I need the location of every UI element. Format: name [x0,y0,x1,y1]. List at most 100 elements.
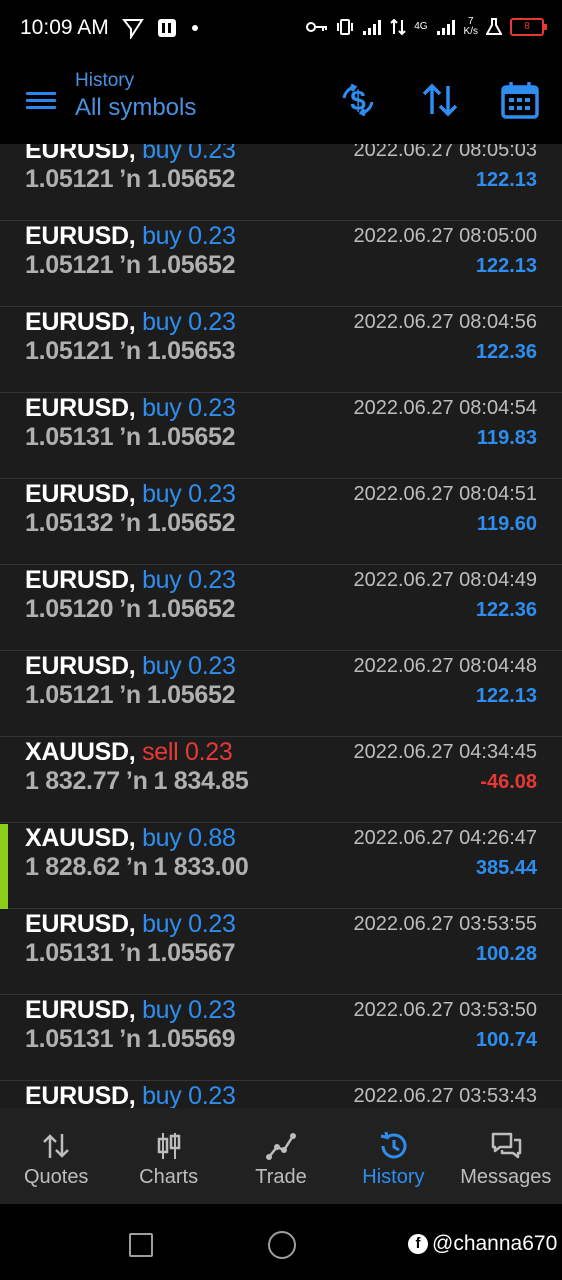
deal-symbol: XAUUSD, [25,738,136,766]
deal-profit: 100.28 [475,943,537,965]
deal-time: 2022.06.27 08:04:48 [353,655,537,677]
calendar-icon[interactable] [500,80,540,120]
deal-prices: 1.05131’n 1.05652 [25,423,235,452]
deal-row[interactable]: EURUSD, buy 0.23 1.05121’n 1.05653 2022.06.… [0,308,562,393]
deal-volume: 0.23 [188,910,236,938]
deal-symbol-line: EURUSD, buy 0.23 [25,566,236,595]
deal-volume: 0.23 [188,996,236,1024]
deal-symbol-line: EURUSD, buy 0.23 [25,308,236,337]
deal-symbol-line: EURUSD, buy 0.23 [25,222,236,251]
signal-icon-2 [436,20,455,35]
deal-open-price: 1.05121 [25,165,114,193]
deal-prices: 1.05121’n 1.05652 [25,251,235,280]
deal-open-price: 1.05121 [25,337,114,365]
deal-volume: 0.23 [188,1082,236,1108]
deal-open-price: 1.05131 [25,423,114,451]
arrow-icon: ’n [119,1025,141,1053]
deal-open-price: 1.05131 [25,939,114,967]
deal-symbol: EURUSD, [25,308,136,336]
messages-icon [491,1132,522,1159]
nav-trade[interactable]: Trade [225,1108,337,1204]
deal-close-price: 1.05653 [146,337,236,365]
menu-icon[interactable] [26,88,60,114]
watermark-text: @channa670 [432,1232,558,1255]
deal-close-price: 1.05569 [146,1025,236,1053]
deal-row[interactable]: EURUSD, buy 0.23 1.05131’n 1.05652 2022.06.… [0,394,562,479]
deal-row[interactable]: EURUSD, buy 0.23 1.05131’n 1.05569 2022.06.… [0,996,562,1081]
deal-prices: 1.05131’n 1.05567 [25,939,235,968]
deal-row[interactable]: EURUSD, buy 0.23 1.05132’n 1.05652 2022.06.… [0,480,562,565]
arrow-icon: ’n [119,681,141,709]
nav-quotes[interactable]: Quotes [0,1108,112,1204]
status-left-icons [122,17,200,39]
deal-volume: 0.23 [188,308,236,336]
deal-row[interactable]: EURUSD, buy 0.23 2022.06.27 03:53:43 [0,1082,562,1108]
arrow-icon: ’n [125,853,148,881]
deal-open-price: 1 828.62 [25,853,120,881]
toolbar-subtitle: History [75,70,135,91]
deal-prices: 1 828.62’n 1 833.00 [25,853,249,882]
home-button[interactable] [268,1231,296,1259]
deal-volume: 0.23 [188,652,236,680]
toolbar-titles[interactable]: History All symbols [75,70,196,122]
vibrate-icon [337,19,354,35]
deal-row[interactable]: EURUSD, buy 0.23 1.05131’n 1.05567 2022.06.… [0,910,562,995]
deal-side: sell 0.23 [142,738,233,766]
facebook-icon: f [408,1234,428,1254]
deals-list[interactable]: EURUSD, buy 0.23 1.05121’n 1.05652 2022.06.… [0,144,562,1108]
deal-symbol-line: EURUSD, buy 0.23 [25,144,236,165]
deal-profit: 119.83 [476,427,537,449]
status-right-icons: 4G 7 K/s 8 [306,17,547,37]
deal-direction: buy [142,222,182,250]
deal-symbol-line: EURUSD, buy 0.23 [25,480,236,509]
nav-messages[interactable]: Messages [450,1108,562,1204]
deal-side: buy 0.23 [142,652,236,680]
deal-profit: 122.36 [475,341,537,363]
deal-direction: buy [142,910,182,938]
nav-charts[interactable]: Charts [112,1108,224,1204]
deal-profit: 100.74 [475,1029,537,1051]
deal-volume: 0.23 [188,394,236,422]
key-icon [306,22,328,32]
deal-symbol-line: EURUSD, buy 0.23 [25,652,236,681]
deal-open-price: 1.05120 [25,595,114,623]
deal-symbol-line: EURUSD, buy 0.23 [25,1082,236,1108]
deal-row[interactable]: EURUSD, buy 0.23 1.05121’n 1.05652 2022.06.… [0,222,562,307]
deal-close-price: 1.05652 [146,509,236,537]
deal-volume: 0.23 [188,222,236,250]
deal-close-price: 1 833.00 [153,853,249,881]
sort-icon[interactable] [420,80,460,120]
nav-label-charts: Charts [139,1166,199,1188]
deal-symbol: XAUUSD, [25,824,136,852]
deal-symbol: EURUSD, [25,566,136,594]
deal-time: 2022.06.27 04:34:45 [353,741,537,763]
deal-side: buy 0.23 [142,222,236,250]
deal-time: 2022.06.27 03:53:43 [353,1085,537,1107]
quotes-icon [43,1134,70,1158]
flask-icon [486,18,502,35]
currency-exchange-icon[interactable]: $ [338,80,378,120]
deal-row[interactable]: EURUSD, buy 0.23 1.05121’n 1.05652 2022.06.… [0,144,562,221]
nav-history[interactable]: History [337,1108,449,1204]
recents-button[interactable] [129,1233,153,1257]
data-transfer-icon [390,18,406,36]
deal-direction: buy [142,652,182,680]
deal-close-price: 1 834.85 [153,767,249,795]
deal-profit: 122.13 [475,169,537,191]
deal-symbol-line: EURUSD, buy 0.23 [25,394,236,423]
deal-prices: 1.05121’n 1.05652 [25,165,235,194]
deal-row[interactable]: EURUSD, buy 0.23 1.05120’n 1.05652 2022.06.… [0,566,562,651]
deal-symbol: EURUSD, [25,910,136,938]
deal-profit: 385.44 [475,857,537,879]
toolbar-title: All symbols [75,94,197,121]
network-speed-unit: K/s [463,26,478,37]
deal-row[interactable]: XAUUSD, sell 0.23 1 832.77’n 1 834.85 2022.… [0,738,562,823]
deal-time: 2022.06.27 03:53:55 [353,913,537,935]
position-marker [0,824,8,909]
deal-row[interactable]: XAUUSD, buy 0.88 1 828.62’n 1 833.00 2022.0… [0,824,562,909]
arrow-icon: ’n [119,509,141,537]
deal-row[interactable]: EURUSD, buy 0.23 1.05121’n 1.05652 2022.06.… [0,652,562,737]
deal-side: buy 0.23 [142,308,236,336]
deal-prices: 1.05121’n 1.05652 [25,681,235,710]
deal-time: 2022.06.27 04:26:47 [353,827,537,849]
